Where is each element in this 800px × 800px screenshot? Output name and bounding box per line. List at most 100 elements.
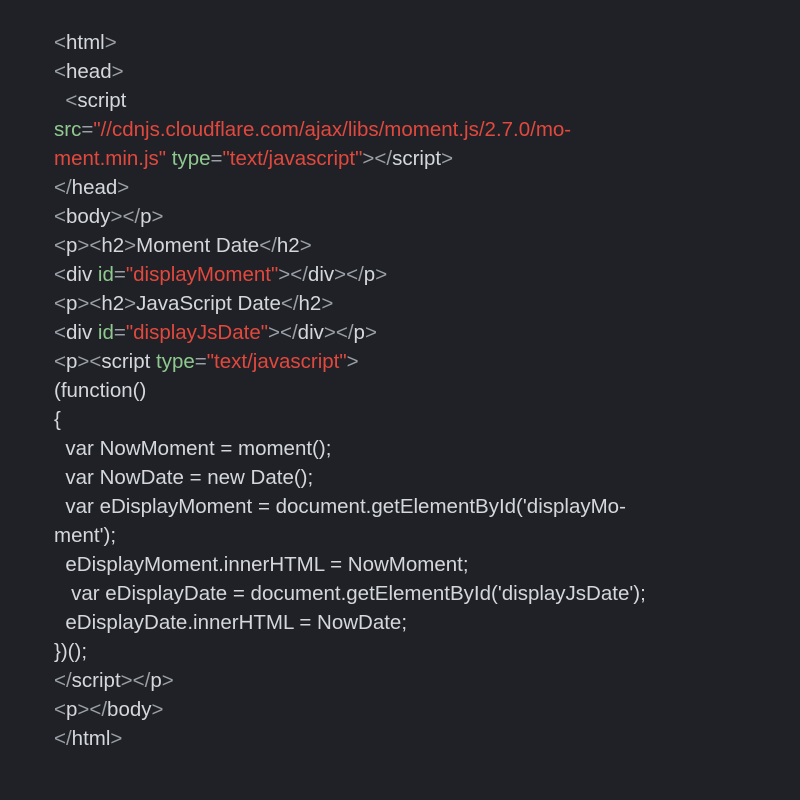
code-token: script <box>77 89 126 112</box>
code-token: })(); <box>54 640 87 663</box>
code-block: <html> <head> <script src="//cdnjs.cloud… <box>0 0 800 765</box>
code-token: div <box>66 263 98 286</box>
code-token: h2 <box>299 292 322 315</box>
code-token: < <box>54 205 66 228</box>
code-token: > <box>278 263 290 286</box>
code-token: p <box>66 292 77 315</box>
code-token: > <box>110 727 122 750</box>
code-token: script <box>101 350 156 373</box>
code-token: "displayJsDate" <box>126 321 268 344</box>
code-token: = <box>114 263 126 286</box>
code-token: var NowMoment = moment(); <box>54 437 331 460</box>
code-token: var eDisplayMoment = document.getElement… <box>54 495 626 547</box>
code-token: "text/javascript" <box>223 147 363 170</box>
code-token: var eDisplayDate = document.getElementBy… <box>54 582 646 605</box>
code-token: eDisplayDate.innerHTML = NowDate; <box>54 611 407 634</box>
code-token: < <box>54 60 66 83</box>
code-token: > <box>362 147 374 170</box>
code-token: > <box>441 147 453 170</box>
code-token: div <box>66 321 98 344</box>
code-token: h2 <box>101 234 124 257</box>
code-token: type <box>156 350 195 373</box>
code-token: = <box>114 321 126 344</box>
code-token <box>54 89 65 112</box>
code-token: > <box>124 292 136 315</box>
code-token: > <box>121 669 133 692</box>
code-token: < <box>65 89 77 112</box>
code-token: > <box>324 321 336 344</box>
code-token: body <box>107 698 151 721</box>
code-token: head <box>72 176 118 199</box>
code-token: html <box>72 727 111 750</box>
code-token: > <box>124 234 136 257</box>
code-token: > <box>112 60 124 83</box>
code-token: < <box>54 350 66 373</box>
code-token: < <box>89 234 101 257</box>
code-token: p <box>354 321 365 344</box>
code-token: p <box>150 669 161 692</box>
code-token: h2 <box>277 234 300 257</box>
code-token: script <box>392 147 441 170</box>
code-token: </ <box>89 698 107 721</box>
code-token: html <box>66 31 105 54</box>
code-token: </ <box>336 321 354 344</box>
code-token: > <box>162 669 174 692</box>
code-token: > <box>268 321 280 344</box>
code-token: > <box>152 698 164 721</box>
code-token: var NowDate = new Date(); <box>54 466 313 489</box>
code-token: < <box>54 263 66 286</box>
code-token: > <box>110 205 122 228</box>
code-token: > <box>117 176 129 199</box>
code-token: < <box>54 698 66 721</box>
code-token: = <box>211 147 223 170</box>
code-token: </ <box>54 669 72 692</box>
code-token: > <box>77 698 89 721</box>
code-token: > <box>321 292 333 315</box>
code-token: </ <box>374 147 392 170</box>
code-token: type <box>172 147 211 170</box>
code-token: body <box>66 205 110 228</box>
code-token: p <box>364 263 375 286</box>
code-token: < <box>89 292 101 315</box>
code-token: id <box>98 321 114 344</box>
code-token: </ <box>133 669 151 692</box>
code-token: head <box>66 60 112 83</box>
code-token: </ <box>259 234 277 257</box>
code-token: < <box>89 350 101 373</box>
code-token: p <box>66 698 77 721</box>
code-token: > <box>300 234 312 257</box>
code-token: > <box>77 350 89 373</box>
code-token: script <box>72 669 121 692</box>
code-token: > <box>365 321 377 344</box>
code-token: h2 <box>101 292 124 315</box>
code-token: </ <box>54 176 72 199</box>
code-token: div <box>308 263 334 286</box>
code-token: < <box>54 234 66 257</box>
code-token: p <box>140 205 151 228</box>
code-token: src <box>54 118 81 141</box>
code-token: < <box>54 321 66 344</box>
code-token: > <box>105 31 117 54</box>
code-token: div <box>298 321 324 344</box>
code-token: </ <box>346 263 364 286</box>
code-token: "text/javascript" <box>207 350 347 373</box>
code-token: < <box>54 292 66 315</box>
code-token: > <box>375 263 387 286</box>
code-token: > <box>347 350 359 373</box>
code-token: > <box>334 263 346 286</box>
code-token: = <box>195 350 207 373</box>
code-token: </ <box>281 292 299 315</box>
code-token: </ <box>280 321 298 344</box>
code-token: id <box>98 263 114 286</box>
code-token: Moment Date <box>136 234 259 257</box>
code-token: > <box>77 292 89 315</box>
code-token: "displayMoment" <box>126 263 278 286</box>
code-token: </ <box>122 205 140 228</box>
code-token: (function() <box>54 379 146 402</box>
code-token: { <box>54 408 61 431</box>
code-token: </ <box>54 727 72 750</box>
code-token: > <box>77 234 89 257</box>
code-token: > <box>152 205 164 228</box>
code-token: p <box>66 234 77 257</box>
code-token: eDisplayMoment.innerHTML = NowMoment; <box>54 553 469 576</box>
